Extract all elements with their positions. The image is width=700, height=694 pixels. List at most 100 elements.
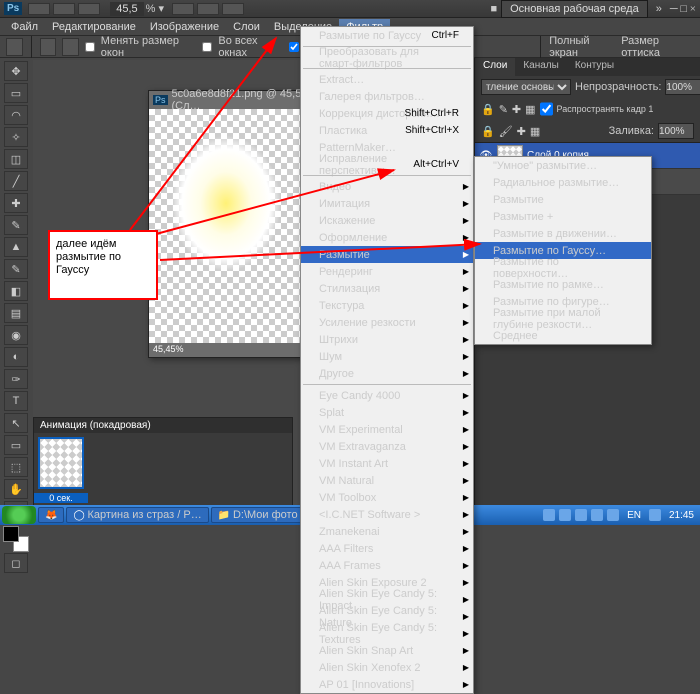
menu-aaafr[interactable]: AAA Frames▶: [301, 557, 473, 574]
3d-tool-icon[interactable]: ⬚: [4, 457, 28, 477]
menu-assnap[interactable]: Alien Skin Snap Art▶: [301, 642, 473, 659]
gradient-tool-icon[interactable]: ▤: [4, 303, 28, 323]
menu-sketch[interactable]: Штрихи▶: [301, 331, 473, 348]
clock[interactable]: 21:45: [665, 510, 698, 521]
menu-splat[interactable]: Splat▶: [301, 404, 473, 421]
shape-tool-icon[interactable]: ▭: [4, 435, 28, 455]
menu-design[interactable]: Оформление▶: [301, 229, 473, 246]
taskbar-item[interactable]: 🦊: [38, 507, 64, 523]
wand-tool-icon[interactable]: ✧: [4, 127, 28, 147]
menu-blur[interactable]: Размытие: [475, 191, 651, 208]
menu-noise[interactable]: Шум▶: [301, 348, 473, 365]
frame-time[interactable]: 0 сек.: [34, 493, 88, 503]
tray-icon[interactable]: [649, 509, 661, 521]
history-brush-icon[interactable]: ✎: [4, 259, 28, 279]
menu-smart[interactable]: Преобразовать для смарт-фильтров: [301, 49, 473, 66]
zoom-out-icon[interactable]: [62, 38, 79, 56]
menu-style[interactable]: Стилизация▶: [301, 280, 473, 297]
canvas[interactable]: [149, 109, 303, 343]
view-btn[interactable]: [197, 3, 219, 15]
menu-lens-blur[interactable]: Размытие при малой глубине резкости…: [475, 310, 651, 327]
eraser-tool-icon[interactable]: ◧: [4, 281, 28, 301]
type-tool-icon[interactable]: T: [4, 391, 28, 411]
blend-mode-select[interactable]: тление основы: [481, 79, 571, 95]
document-title[interactable]: Ps 5c0a6e8d8f21.png @ 45,5% (Сл…: [149, 91, 317, 109]
menu-video[interactable]: Видео▶: [301, 178, 473, 195]
move-tool-icon[interactable]: ✥: [4, 61, 28, 81]
lang-indicator[interactable]: EN: [623, 510, 645, 521]
menu-aaaf[interactable]: AAA Filters▶: [301, 540, 473, 557]
system-tray[interactable]: EN 21:45: [543, 509, 698, 521]
doc-btn[interactable]: [28, 3, 50, 15]
view-btn[interactable]: [172, 3, 194, 15]
tray-icon[interactable]: [559, 509, 571, 521]
taskbar-item[interactable]: ◯ Картина из страз / Р…: [66, 507, 208, 523]
menu-asec5t[interactable]: Alien Skin Eye Candy 5: Textures▶: [301, 625, 473, 642]
menu-image[interactable]: Изображение: [143, 19, 226, 35]
menu-persp[interactable]: Исправление перспективы…Alt+Ctrl+V: [301, 156, 473, 173]
menu-motion-blur[interactable]: Размытие в движении…: [475, 225, 651, 242]
menu-last-filter[interactable]: Размытие по ГауссуCtrl+F: [301, 27, 473, 44]
panel-tabs[interactable]: Слои Каналы Контуры: [475, 58, 700, 76]
menu-ec4[interactable]: Eye Candy 4000▶: [301, 387, 473, 404]
menu-zman[interactable]: Zmanekenai▶: [301, 523, 473, 540]
menu-layers[interactable]: Слои: [226, 19, 267, 35]
all-windows-checkbox[interactable]: [202, 42, 212, 52]
workspace-dropdown[interactable]: Основная рабочая среда: [501, 0, 648, 18]
menu-render[interactable]: Рендеринг▶: [301, 263, 473, 280]
menu-blur[interactable]: Размытие▶: [301, 246, 473, 263]
menu-radial-blur[interactable]: Радиальное размытие…: [475, 174, 651, 191]
quickmask-icon[interactable]: ◻: [4, 553, 28, 573]
dodge-tool-icon[interactable]: ◐: [4, 347, 28, 367]
menu-vmn[interactable]: VM Natural▶: [301, 472, 473, 489]
tab-layers[interactable]: Слои: [475, 58, 515, 76]
filter-menu[interactable]: Размытие по ГауссуCtrl+F Преобразовать д…: [300, 26, 474, 694]
lasso-tool-icon[interactable]: ◠: [4, 105, 28, 125]
document-window[interactable]: Ps 5c0a6e8d8f21.png @ 45,5% (Сл… 45,45%: [148, 90, 318, 358]
zoom-in-icon[interactable]: [40, 38, 57, 56]
print-size-btn[interactable]: Размер оттиска: [621, 35, 694, 59]
animation-title[interactable]: Анимация (покадровая): [34, 418, 292, 433]
propagate-checkbox[interactable]: [540, 101, 553, 117]
start-button[interactable]: [2, 506, 36, 524]
menu-blurplus[interactable]: Размытие +: [475, 208, 651, 225]
tray-icon[interactable]: [575, 509, 587, 521]
zoom-readout[interactable]: 45,5: [110, 2, 143, 16]
menu-vmt[interactable]: VM Toolbox▶: [301, 489, 473, 506]
opacity-input[interactable]: [665, 79, 700, 95]
menu-vme[interactable]: VM Experimental▶: [301, 421, 473, 438]
color-swatch[interactable]: [3, 526, 29, 552]
menu-distort[interactable]: Искажение▶: [301, 212, 473, 229]
pen-tool-icon[interactable]: ✑: [4, 369, 28, 389]
menu-texture[interactable]: Текстура▶: [301, 297, 473, 314]
menu-vmex[interactable]: VM Extravaganza▶: [301, 438, 473, 455]
menu-file[interactable]: Файл: [4, 19, 45, 35]
heal-tool-icon[interactable]: ✚: [4, 193, 28, 213]
menu-other[interactable]: Другое▶: [301, 365, 473, 382]
menu-vmi[interactable]: VM Instant Art▶: [301, 455, 473, 472]
menu-surface-blur[interactable]: Размытие по поверхности…: [475, 259, 651, 276]
fill-input[interactable]: [658, 123, 694, 139]
tray-icon[interactable]: [591, 509, 603, 521]
eyedropper-tool-icon[interactable]: ╱: [4, 171, 28, 191]
menu-gallery[interactable]: Галерея фильтров…: [301, 88, 473, 105]
menu-icnet[interactable]: <I.C.NET Software >▶: [301, 506, 473, 523]
animation-frame[interactable]: [38, 437, 84, 489]
zoom-tool-icon[interactable]: [6, 38, 23, 56]
blur-submenu[interactable]: "Умное" размытие… Радиальное размытие… Р…: [474, 156, 652, 345]
tray-icon[interactable]: [543, 509, 555, 521]
menu-smart-blur[interactable]: "Умное" размытие…: [475, 157, 651, 174]
menu-imit[interactable]: Имитация▶: [301, 195, 473, 212]
hand-tool-icon[interactable]: ✋: [4, 479, 28, 499]
scrubby-checkbox[interactable]: [289, 42, 299, 52]
brush-tool-icon[interactable]: ✎: [4, 215, 28, 235]
menu-sharp[interactable]: Усиление резкости▶: [301, 314, 473, 331]
menu-asx2[interactable]: Alien Skin Xenofex 2▶: [301, 659, 473, 676]
menu-extract[interactable]: Extract…: [301, 71, 473, 88]
menu-average[interactable]: Среднее: [475, 327, 651, 344]
taskbar-item[interactable]: 📁 D:\Мои фото: [211, 507, 305, 523]
path-tool-icon[interactable]: ↖: [4, 413, 28, 433]
menu-distcorr[interactable]: Коррекция дисторсии…Shift+Ctrl+R: [301, 105, 473, 122]
menu-box-blur[interactable]: Размытие по рамке…: [475, 276, 651, 293]
menu-edit[interactable]: Редактирование: [45, 19, 143, 35]
